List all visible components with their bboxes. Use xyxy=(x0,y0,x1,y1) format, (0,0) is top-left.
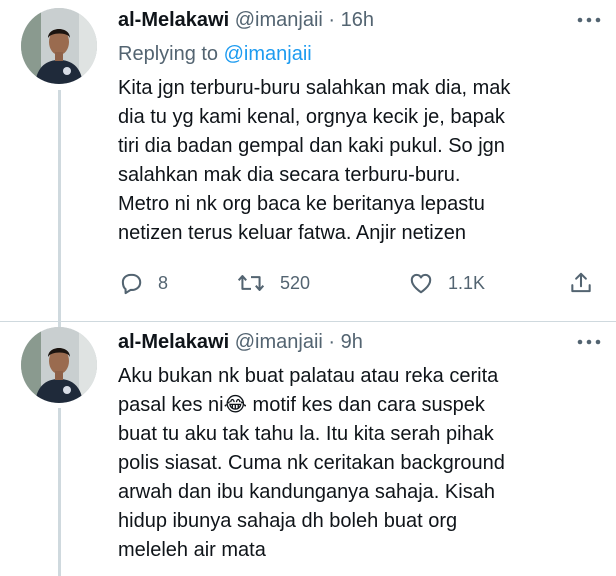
share-button[interactable] xyxy=(568,268,594,298)
more-horizontal-icon[interactable] xyxy=(576,332,602,355)
retweet-icon xyxy=(237,275,265,291)
separator: · xyxy=(328,9,336,31)
tweet-divider xyxy=(0,321,616,322)
thread-line xyxy=(58,90,61,330)
user-handle[interactable]: @imanjaii xyxy=(235,331,323,353)
display-name[interactable]: al-Melakawi xyxy=(118,331,229,353)
avatar[interactable] xyxy=(21,8,97,84)
replying-mention[interactable]: @imanjaii xyxy=(224,43,312,65)
avatar[interactable] xyxy=(21,327,97,403)
timestamp[interactable]: 9h xyxy=(341,331,363,353)
like-count: 1.1K xyxy=(448,272,486,293)
share-icon xyxy=(571,272,591,293)
reply-icon xyxy=(121,273,142,295)
more-horizontal-icon[interactable] xyxy=(576,10,602,33)
avatar-image xyxy=(21,327,97,403)
thread-line xyxy=(58,408,61,576)
separator: · xyxy=(328,331,336,353)
timestamp[interactable]: 16h xyxy=(341,9,374,31)
user-handle[interactable]: @imanjaii xyxy=(235,9,323,31)
retweet-button[interactable]: 520 xyxy=(236,268,310,298)
reply-button[interactable]: 8 xyxy=(118,268,168,298)
reply-count: 8 xyxy=(158,272,169,293)
tweet-text: Kita jgn terburu-buru salahkan mak dia, … xyxy=(118,77,511,244)
tweet-actions: 8 520 1.1K xyxy=(118,268,596,298)
retweet-count: 520 xyxy=(280,272,311,293)
tweet-header: al-Melakawi @imanjaii · 16h xyxy=(118,8,374,32)
tweet-header: al-Melakawi @imanjaii · 9h xyxy=(118,330,363,354)
heart-icon xyxy=(410,273,432,294)
display-name[interactable]: al-Melakawi xyxy=(118,9,229,31)
tweet-text: Aku bukan nk buat palatau atau reka ceri… xyxy=(118,365,505,561)
avatar-image xyxy=(21,8,97,84)
replying-to: Replying to @imanjaii xyxy=(118,42,312,66)
like-button[interactable]: 1.1K xyxy=(408,268,485,298)
replying-prefix: Replying to xyxy=(118,43,219,65)
